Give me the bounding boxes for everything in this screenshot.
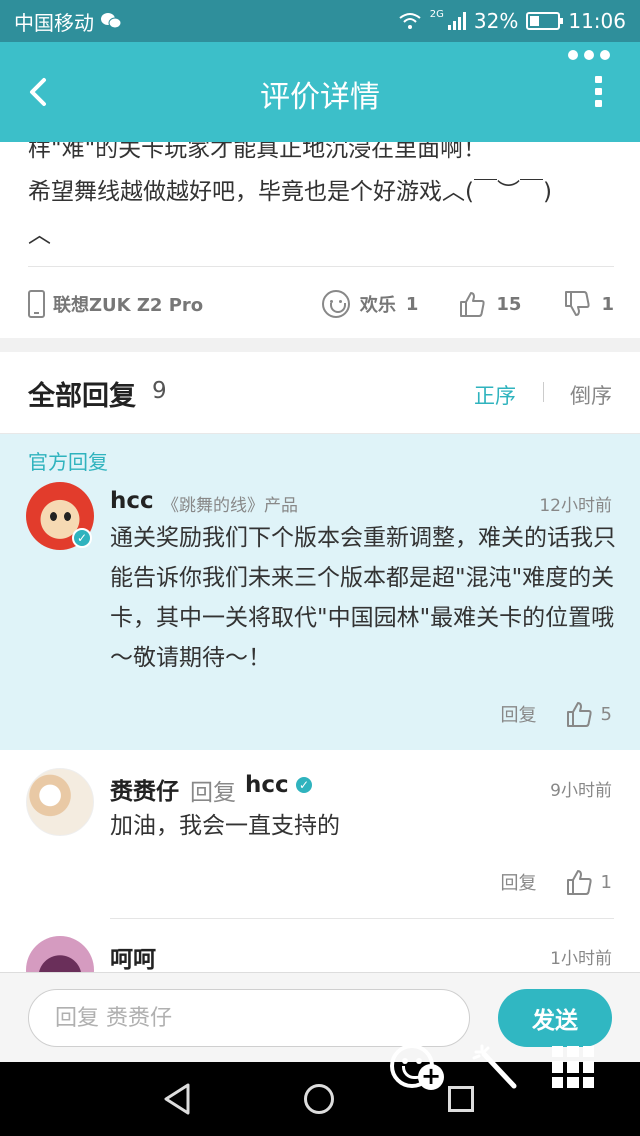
more-menu-button[interactable] [595,76,602,107]
comments-list: 赉赉仔 回复 hcc ✓ 9小时前 加油，我会一直支持的 回复 1 呵呵 1小时… [0,750,640,972]
reply-time: 12小时前 [539,496,612,516]
phone-icon [28,290,45,318]
grid-menu-icon[interactable] [552,1046,594,1088]
avatar[interactable] [26,936,94,972]
review-card: 样"难"的关卡玩家才能真正地沉浸在里面啊！ 希望舞线越做越好吧，毕竟也是个好游戏… [0,142,640,338]
review-text-line: 希望舞线越做越好吧，毕竟也是个好游戏︿(￣︶￣) [28,179,552,205]
wechat-icon [101,13,122,29]
review-footer: 联想ZUK Z2 Pro 欢乐 1 15 1 [28,282,614,326]
reply-actions: 回复 1 [501,868,612,896]
divider [28,266,614,267]
nav-back-icon[interactable] [162,1082,192,1116]
page-title: 评价详情 [260,80,380,115]
replies-count: 9 [152,378,167,404]
review-text-line: 样"难"的关卡玩家才能真正地沉浸在里面啊！ [28,142,487,162]
like-count: 1 [600,871,612,893]
horizontal-dots-icon [568,50,610,60]
thumbs-up-icon [566,870,592,895]
app-header: 评价详情 [0,42,640,142]
official-reply-tag: 官方回复 [28,450,108,474]
battery-percent: 32% [473,9,519,33]
status-bar: 中国移动 2G 32% 11:06 [0,0,640,42]
reply-button[interactable]: 回复 [501,701,537,727]
like-button[interactable]: 1 [565,868,612,896]
dislike-button[interactable]: 1 [563,290,614,318]
dislike-count: 1 [601,293,614,315]
send-button[interactable]: 发送 [498,989,612,1047]
verified-badge-icon: ✓ [294,775,314,795]
sort-separator [543,382,544,402]
author-name[interactable]: hcc [110,488,154,514]
like-button[interactable]: 15 [458,290,521,318]
reply-to-word: 回复 [190,780,236,806]
reply-content: 通关奖励我们下个版本会重新调整，难关的话我只能告诉你我们未来三个版本都是超"混沌… [110,525,616,671]
sort-ascending-tab[interactable]: 正序 [474,380,516,410]
carrier-label: 中国移动 [14,10,94,35]
review-text: 样"难"的关卡玩家才能真正地沉浸在里面啊！ 希望舞线越做越好吧，毕竟也是个好游戏… [28,142,616,257]
add-icon[interactable]: + [418,1064,444,1090]
verified-badge-icon: ✓ [72,528,92,548]
reply-time: 9小时前 [550,781,612,801]
like-count: 15 [496,293,522,315]
reply-to-name[interactable]: hcc [245,772,289,798]
avatar[interactable] [26,768,94,836]
reply-input[interactable] [28,989,470,1047]
nav-home-icon[interactable] [304,1084,334,1114]
review-text-line: ︿ [28,222,51,248]
author-name[interactable]: 赉赉仔 [110,772,179,806]
avatar-eye [64,512,71,521]
signal-icon [447,12,466,30]
avatar-eye [50,512,57,521]
reply-time: 1小时前 [550,949,612,969]
replies-title: 全部回复 [28,381,136,412]
reply-actions: 回复 5 [501,700,612,728]
official-reply: 官方回复 ✓ hcc 《跳舞的线》产品 12小时前 通关奖励我们下个版本会重新调… [0,434,640,750]
replies-header: 全部回复 9 正序 倒序 [0,352,640,434]
network-type-label: 2G [429,8,444,20]
like-button[interactable]: 5 [565,700,612,728]
reply-content: 加油，我会一直支持的 [110,813,340,839]
thumbs-down-icon [565,291,591,316]
battery-icon [526,12,564,30]
author-product: 《跳舞的线》产品 [162,496,298,516]
smile-icon [321,290,350,318]
thumbs-up-icon [566,702,592,727]
wifi-icon [399,13,421,29]
happy-count: 1 [405,293,419,315]
happy-button[interactable]: 欢乐 1 [321,290,419,318]
happy-label: 欢乐 [359,295,396,316]
system-nav-bar [0,1062,640,1136]
device-info: 联想ZUK Z2 Pro [28,290,203,318]
divider [110,918,614,919]
like-count: 5 [600,703,612,725]
magic-wand-icon[interactable] [470,1044,520,1090]
author-name[interactable]: 呵呵 [110,940,156,972]
device-name: 联想ZUK Z2 Pro [53,295,204,316]
sort-descending-tab[interactable]: 倒序 [570,380,612,410]
battery-fill [530,16,539,26]
reply-button[interactable]: 回复 [501,869,537,895]
reply-input-bar: 发送 [0,972,640,1062]
clock: 11:06 [568,9,626,33]
thumbs-up-icon [460,292,485,317]
